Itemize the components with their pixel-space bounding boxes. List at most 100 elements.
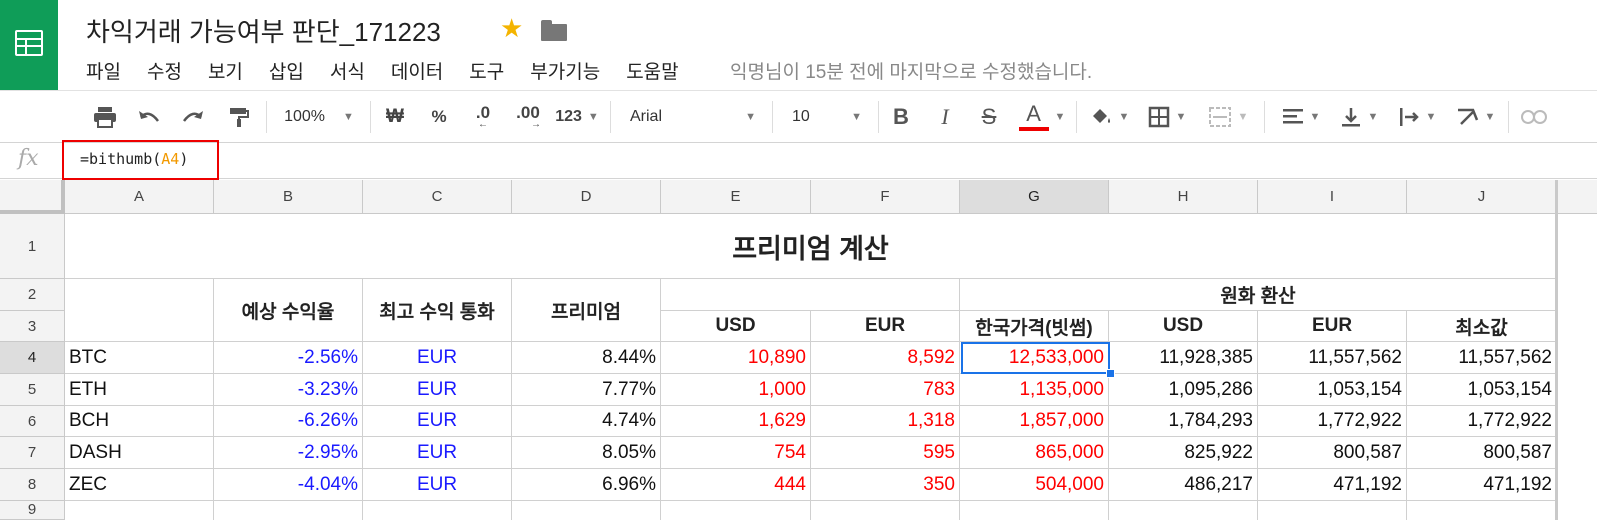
cell-prem[interactable]: 8.44% <box>512 342 661 374</box>
cell-eur[interactable]: 350 <box>811 469 960 501</box>
cell-eur[interactable]: 1,318 <box>811 406 960 437</box>
cell-usd[interactable]: 1,629 <box>661 406 811 437</box>
more-formats-select[interactable]: 123 ▼ <box>552 91 602 143</box>
row-header-6[interactable]: 6 <box>0 406 65 437</box>
cell-ret[interactable]: -2.95% <box>214 437 363 469</box>
cell-eur[interactable]: 595 <box>811 437 960 469</box>
cell-cur[interactable]: EUR <box>363 469 512 501</box>
empty-cell[interactable] <box>1407 501 1557 520</box>
header-best-currency[interactable]: 최고 수익 통화 <box>363 279 512 342</box>
cell-eur-krw[interactable]: 1,772,922 <box>1258 406 1407 437</box>
column-header-h[interactable]: H <box>1109 180 1258 214</box>
cell-coin[interactable]: DASH <box>65 437 214 469</box>
row-header-9[interactable]: 9 <box>0 501 65 520</box>
cell-cur[interactable]: EUR <box>363 437 512 469</box>
cell-kr[interactable]: 504,000 <box>960 469 1109 501</box>
header-min[interactable]: 최소값 <box>1407 311 1557 342</box>
column-header-k[interactable] <box>1557 180 1597 214</box>
italic-button[interactable]: I <box>930 91 960 143</box>
menu-format[interactable]: 서식 <box>330 57 365 84</box>
header-expected-return[interactable]: 예상 수익율 <box>214 279 363 342</box>
redo-icon[interactable] <box>176 91 210 143</box>
cell-usd-krw[interactable]: 486,217 <box>1109 469 1258 501</box>
star-icon[interactable]: ★ <box>500 13 523 44</box>
bold-button[interactable]: B <box>886 91 916 143</box>
cell-cur[interactable]: EUR <box>363 342 512 374</box>
row-header-3[interactable]: 3 <box>0 311 65 342</box>
row-header-5[interactable]: 5 <box>0 374 65 406</box>
menu-tools[interactable]: 도구 <box>469 57 504 84</box>
cell-eur[interactable]: 8,592 <box>811 342 960 374</box>
empty-cell[interactable] <box>363 501 512 520</box>
cell-eur-krw[interactable]: 1,053,154 <box>1258 374 1407 406</box>
cell-usd[interactable]: 10,890 <box>661 342 811 374</box>
undo-icon[interactable] <box>132 91 166 143</box>
header-empty-e2[interactable] <box>661 279 960 311</box>
column-header-f[interactable]: F <box>811 180 960 214</box>
borders-button[interactable]: ▼ <box>1142 91 1192 143</box>
empty-cell[interactable] <box>65 501 214 520</box>
print-icon[interactable] <box>88 91 122 143</box>
fill-color-button[interactable]: ▼ <box>1084 91 1134 143</box>
row-header-4[interactable]: 4 <box>0 342 65 374</box>
cell-prem[interactable]: 4.74% <box>512 406 661 437</box>
menu-edit[interactable]: 수정 <box>147 57 182 84</box>
header-kr-price[interactable]: 한국가격(빗썸) <box>960 311 1109 342</box>
header-usd-e[interactable]: USD <box>661 311 811 342</box>
percent-format-button[interactable]: % <box>424 91 454 143</box>
text-wrapping-button[interactable]: ▼ <box>1392 91 1442 143</box>
currency-format-button[interactable]: ₩ <box>380 91 410 143</box>
cell-cur[interactable]: EUR <box>363 374 512 406</box>
header-premium[interactable]: 프리미엄 <box>512 279 661 342</box>
column-header-c[interactable]: C <box>363 180 512 214</box>
zoom-select[interactable]: 100% ▼ <box>278 91 360 143</box>
increase-decimal-button[interactable]: .00 → <box>508 91 548 143</box>
font-size-select[interactable]: 10 ▼ <box>784 91 870 143</box>
header-cell-a[interactable] <box>65 279 214 342</box>
cell-kr[interactable]: 1,857,000 <box>960 406 1109 437</box>
row-header-2[interactable]: 2 <box>0 279 65 311</box>
menu-insert[interactable]: 삽입 <box>269 57 304 84</box>
sheets-logo-icon[interactable] <box>0 0 58 90</box>
cell-ret[interactable]: -4.04% <box>214 469 363 501</box>
cell-min[interactable]: 471,192 <box>1407 469 1557 501</box>
column-header-b[interactable]: B <box>214 180 363 214</box>
cell-usd[interactable]: 1,000 <box>661 374 811 406</box>
cell-eur-krw[interactable]: 800,587 <box>1258 437 1407 469</box>
menu-help[interactable]: 도움말 <box>626 57 678 84</box>
empty-cell[interactable] <box>512 501 661 520</box>
document-title[interactable]: 차익거래 가능여부 판단_171223 <box>86 12 441 49</box>
menu-data[interactable]: 데이터 <box>391 57 443 84</box>
text-rotation-button[interactable]: ▼ <box>1450 91 1500 143</box>
cell-prem[interactable]: 7.77% <box>512 374 661 406</box>
header-usd-h[interactable]: USD <box>1109 311 1258 342</box>
cell-usd[interactable]: 754 <box>661 437 811 469</box>
horizontal-align-button[interactable]: ▼ <box>1276 91 1326 143</box>
cell-min[interactable]: 11,557,562 <box>1407 342 1557 374</box>
column-header-d[interactable]: D <box>512 180 661 214</box>
header-eur-i[interactable]: EUR <box>1258 311 1407 342</box>
empty-cell[interactable] <box>661 501 811 520</box>
row-header-1[interactable]: 1 <box>0 214 65 279</box>
cell-eur[interactable]: 783 <box>811 374 960 406</box>
select-all-corner[interactable] <box>0 180 65 214</box>
cell-usd-krw[interactable]: 825,922 <box>1109 437 1258 469</box>
empty-cell[interactable] <box>1109 501 1258 520</box>
cell-cur[interactable]: EUR <box>363 406 512 437</box>
empty-cell[interactable] <box>960 501 1109 520</box>
menu-addons[interactable]: 부가기능 <box>530 57 600 84</box>
insert-link-icon[interactable] <box>1516 91 1552 143</box>
cell-prem[interactable]: 6.96% <box>512 469 661 501</box>
cell-min[interactable]: 800,587 <box>1407 437 1557 469</box>
folder-icon[interactable] <box>541 20 567 41</box>
cell-coin[interactable]: ETH <box>65 374 214 406</box>
empty-cell[interactable] <box>1258 501 1407 520</box>
title-cell[interactable]: 프리미엄 계산 <box>65 214 1557 279</box>
column-header-g[interactable]: G <box>960 180 1109 214</box>
cell-kr[interactable]: 1,135,000 <box>960 374 1109 406</box>
font-family-select[interactable]: Arial ▼ <box>622 91 764 143</box>
column-header-e[interactable]: E <box>661 180 811 214</box>
cell-coin[interactable]: BTC <box>65 342 214 374</box>
empty-cell[interactable] <box>214 501 363 520</box>
header-eur-f[interactable]: EUR <box>811 311 960 342</box>
